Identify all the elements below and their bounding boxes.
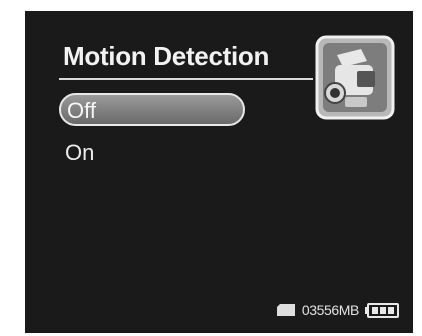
remaining-storage: 03556MB [301,302,360,318]
title-divider [59,78,313,80]
page-title: Motion Detection [63,41,270,71]
menu-item-label: Off [67,98,96,123]
status-bar: 03556MB [276,302,399,318]
menu-item-label: On [65,140,95,165]
battery-full-icon [365,302,399,318]
camcorder-icon [315,35,395,120]
menu-item-on[interactable]: On [59,137,245,170]
camera-menu-screen: Motion Detection Off On 03556MB [25,11,413,333]
sd-card-icon [276,304,295,316]
menu-item-off[interactable]: Off [59,93,245,126]
